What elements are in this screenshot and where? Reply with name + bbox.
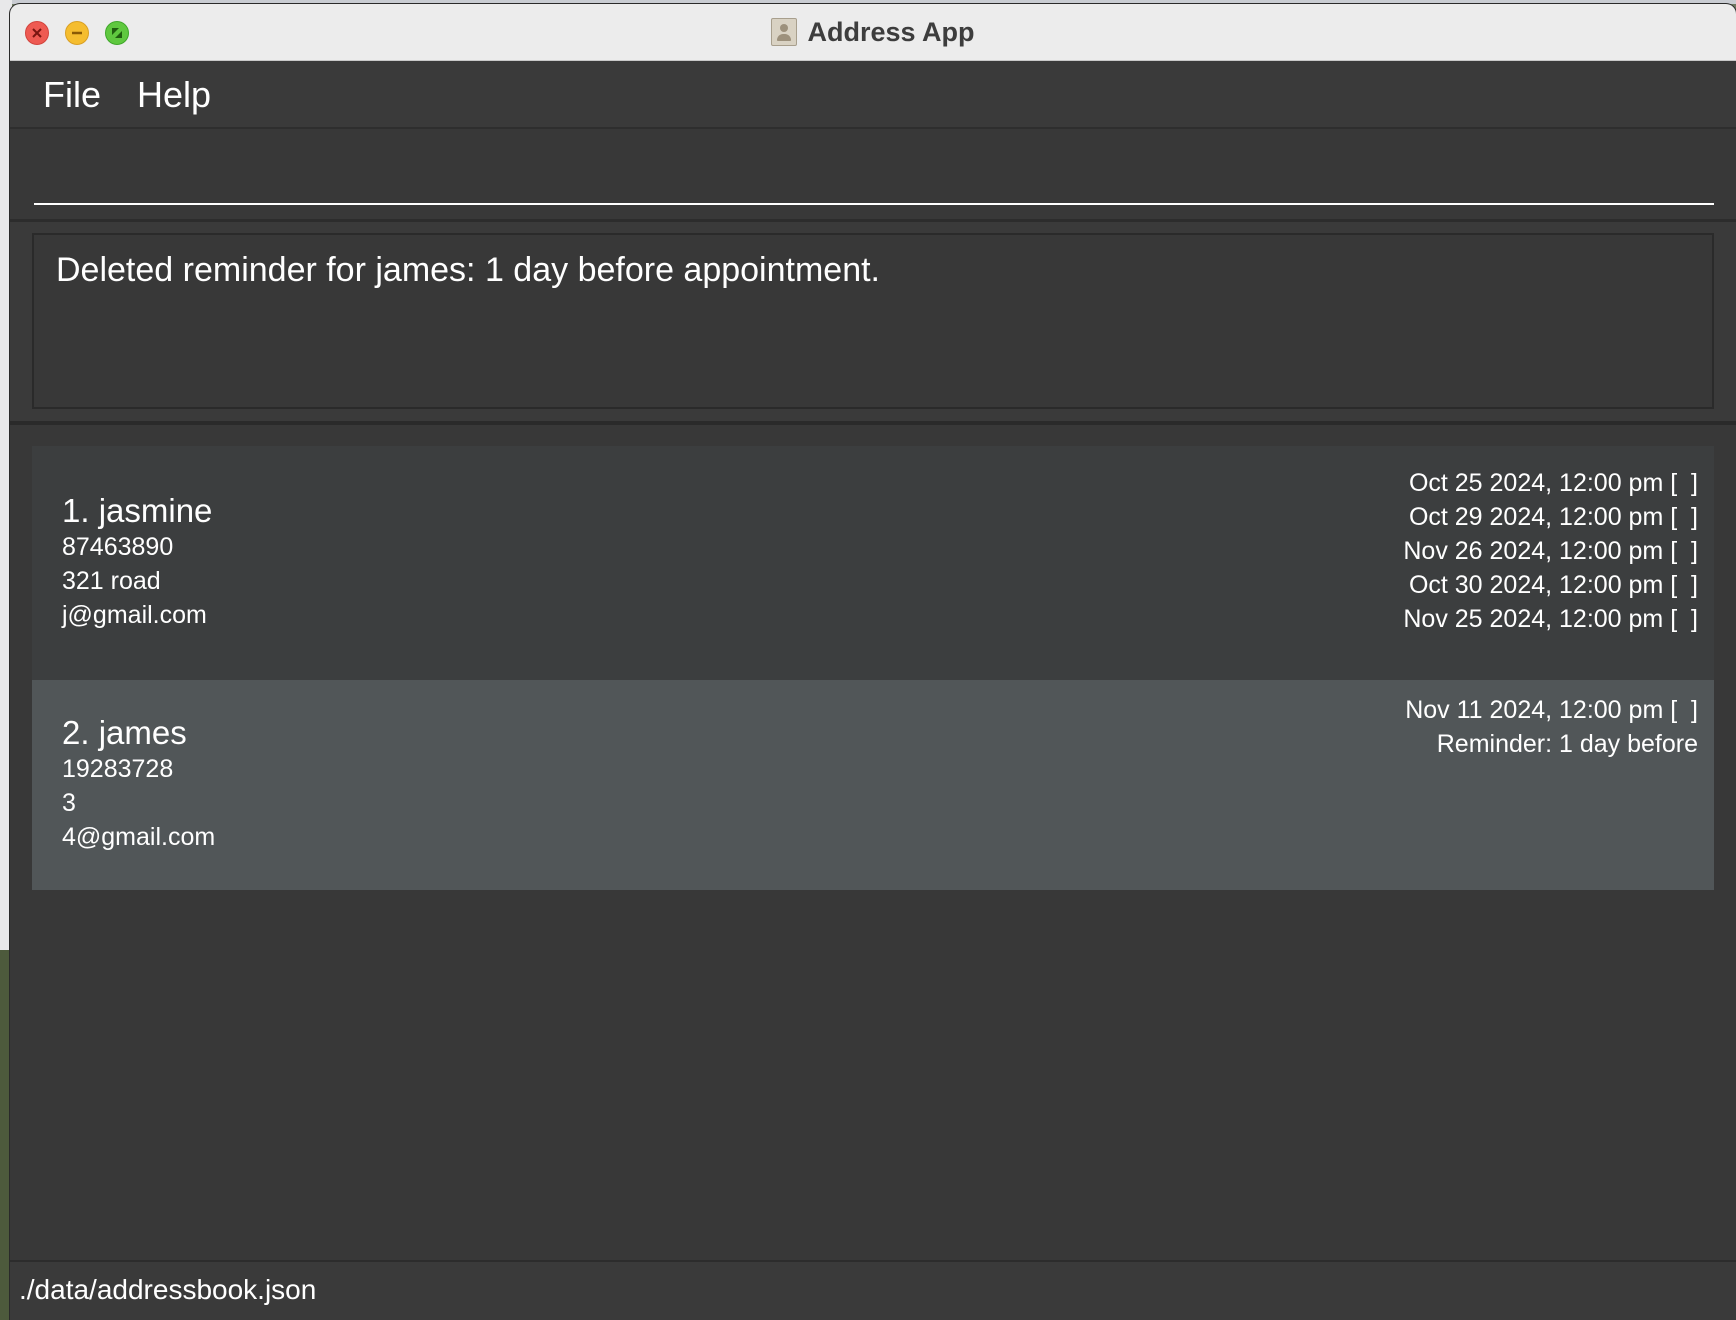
menu-help[interactable]: Help (137, 74, 211, 116)
window-title-group: Address App (10, 4, 1736, 60)
person-list-panel[interactable]: 1. jasmine 87463890 321 road j@gmail.com… (10, 425, 1736, 1265)
address-book-icon (771, 18, 798, 46)
person-card[interactable]: 1. jasmine 87463890 321 road j@gmail.com… (32, 446, 1714, 680)
app-window: Address App File Help Deleted reminder f… (10, 4, 1736, 1320)
appointment-item: Nov 26 2024, 12:00 pm [ ] (1403, 537, 1698, 565)
appointment-item: Nov 11 2024, 12:00 pm [ ] (1405, 696, 1698, 724)
person-email: 4@gmail.com (62, 823, 216, 851)
title-bar[interactable]: Address App (10, 4, 1736, 61)
window-title: Address App (807, 16, 975, 47)
person-address: 3 (62, 789, 76, 817)
appointment-item: Nov 25 2024, 12:00 pm [ ] (1403, 605, 1698, 633)
result-display: Deleted reminder for james: 1 day before… (32, 233, 1714, 409)
person-address: 321 road (62, 567, 161, 595)
command-box-area (10, 129, 1736, 222)
command-input[interactable] (34, 143, 1714, 205)
person-email: j@gmail.com (62, 601, 207, 629)
reminder-text: Reminder: 1 day before (1436, 730, 1698, 758)
menu-bar: File Help (10, 61, 1736, 129)
person-name: 2. james (62, 714, 187, 751)
appointment-list: Oct 25 2024, 12:00 pm [ ] Oct 29 2024, 1… (1403, 466, 1698, 636)
result-message: Deleted reminder for james: 1 day before… (56, 251, 881, 289)
person-name: 1. jasmine (62, 492, 213, 529)
appointment-item: Oct 29 2024, 12:00 pm [ ] (1408, 503, 1698, 531)
appointment-item: Oct 30 2024, 12:00 pm [ ] (1408, 571, 1698, 599)
menu-file[interactable]: File (43, 74, 101, 116)
person-phone: 19283728 (62, 755, 174, 783)
appointment-list: Nov 11 2024, 12:00 pm [ ] Reminder: 1 da… (1405, 693, 1698, 761)
save-file-path: ./data/addressbook.json (19, 1274, 317, 1305)
status-bar: ./data/addressbook.json (10, 1260, 1736, 1320)
person-card-selected[interactable]: 2. james 19283728 3 4@gmail.com Nov 11 2… (32, 680, 1714, 890)
person-phone: 87463890 (62, 533, 174, 561)
appointment-item: Oct 25 2024, 12:00 pm [ ] (1408, 469, 1698, 497)
